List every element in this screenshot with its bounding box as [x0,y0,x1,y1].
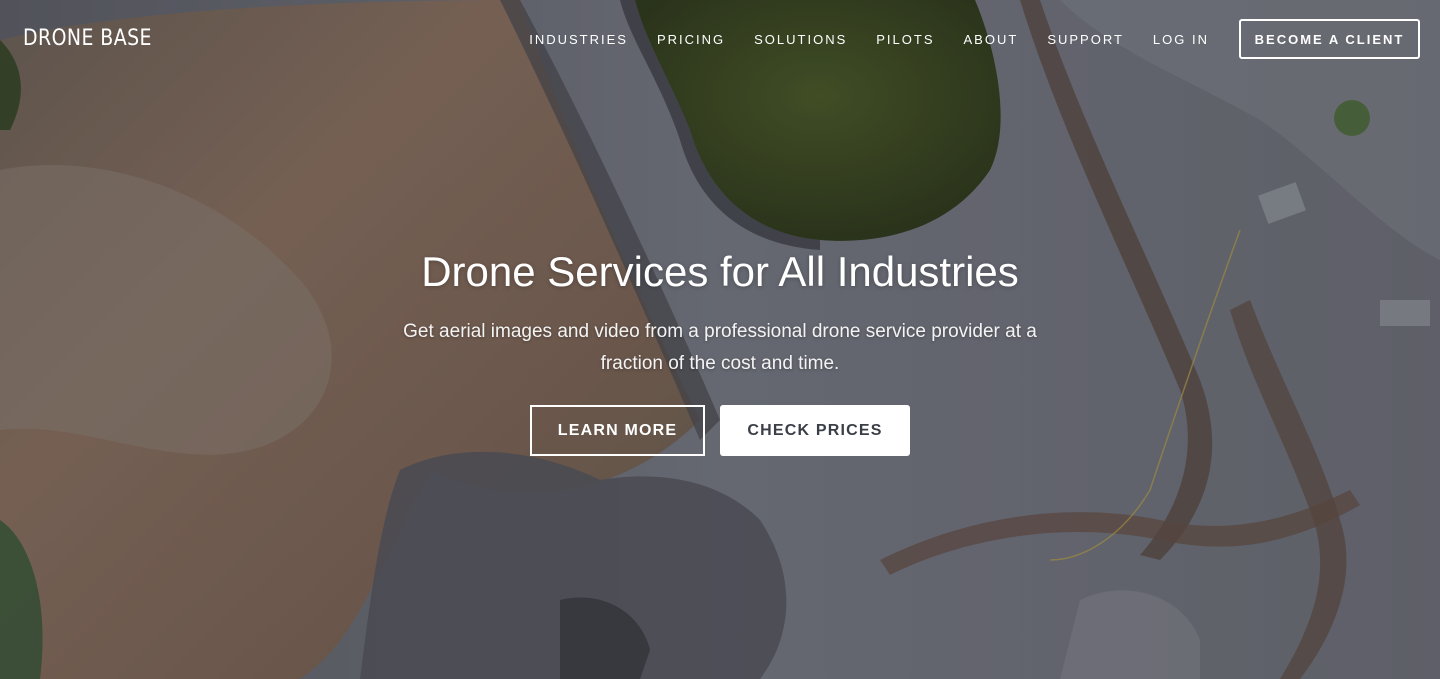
nav-solutions[interactable]: SOLUTIONS [754,32,847,47]
learn-more-button[interactable]: LEARN MORE [530,405,705,456]
top-navigation: INDUSTRIES PRICING SOLUTIONS PILOTS ABOU… [529,18,1420,60]
hero-button-group: LEARN MORE CHECK PRICES [530,405,910,456]
nav-pricing[interactable]: PRICING [657,32,725,47]
hero-section: DRONE BASE INDUSTRIES PRICING SOLUTIONS … [0,0,1440,679]
hero-subtitle: Get aerial images and video from a profe… [403,321,1037,374]
nav-about[interactable]: ABOUT [964,32,1019,47]
nav-industries[interactable]: INDUSTRIES [529,32,628,47]
check-prices-button[interactable]: CHECK PRICES [720,405,910,456]
nav-log-in[interactable]: LOG IN [1153,32,1209,47]
nav-support[interactable]: SUPPORT [1047,32,1124,47]
drone-base-logo[interactable]: DRONE BASE [23,24,152,54]
become-a-client-button[interactable]: BECOME A CLIENT [1239,19,1420,59]
nav-pilots[interactable]: PILOTS [876,32,934,47]
hero-headline: Drone Services for All Industries [421,248,1019,295]
